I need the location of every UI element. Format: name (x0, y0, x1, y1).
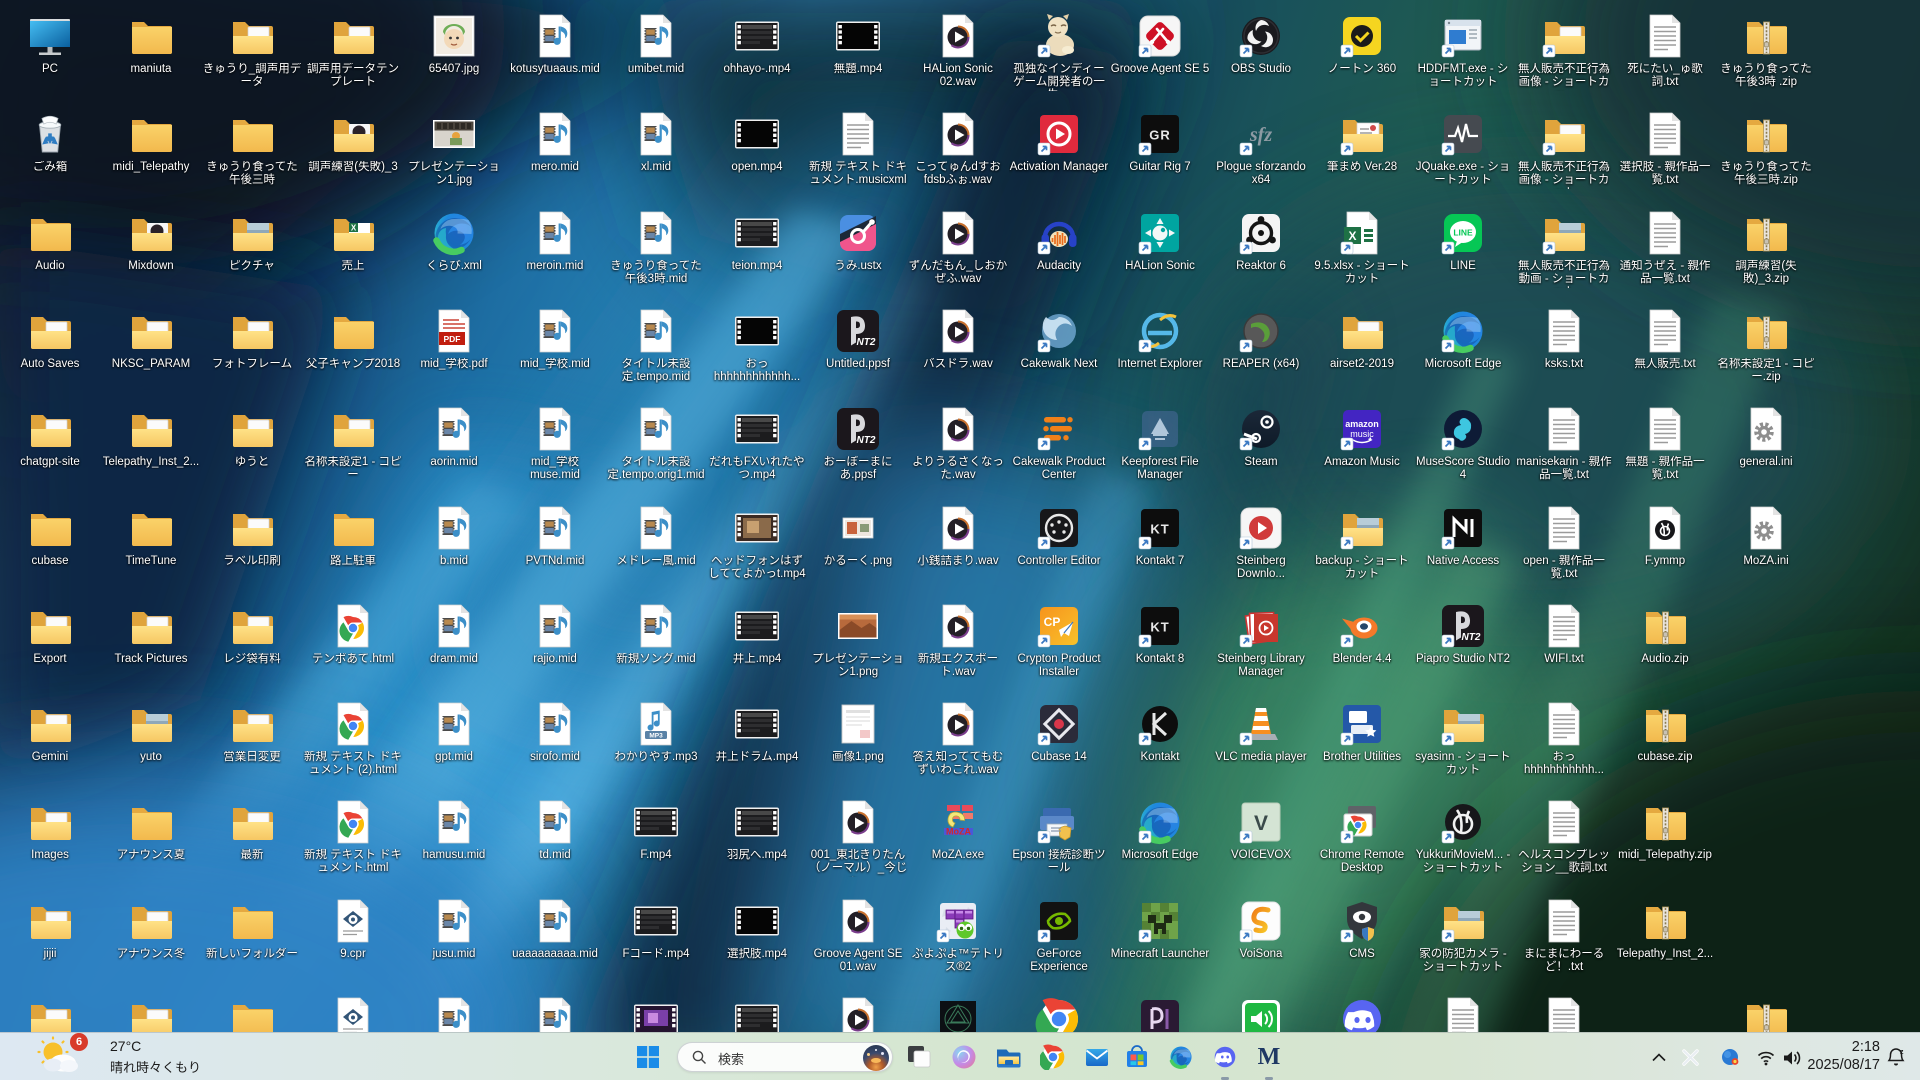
svg-text:amazon: amazon (1345, 419, 1379, 429)
svg-text:LINE: LINE (1453, 228, 1473, 238)
svg-text:z: z (1900, 1049, 1904, 1056)
svg-text:NT2: NT2 (857, 337, 876, 348)
svg-text:KT: KT (1150, 620, 1169, 635)
svg-text:CP: CP (1044, 615, 1061, 629)
svg-text:X: X (1348, 229, 1356, 243)
svg-text:GR: GR (1149, 128, 1171, 143)
svg-text:NT2: NT2 (857, 435, 876, 446)
svg-text:V: V (1254, 812, 1268, 835)
svg-text:KT: KT (1150, 522, 1169, 537)
svg-text:MoZA: MoZA (946, 827, 971, 837)
svg-text:sfz: sfz (1249, 124, 1272, 146)
svg-text:NT2: NT2 (1462, 632, 1481, 643)
